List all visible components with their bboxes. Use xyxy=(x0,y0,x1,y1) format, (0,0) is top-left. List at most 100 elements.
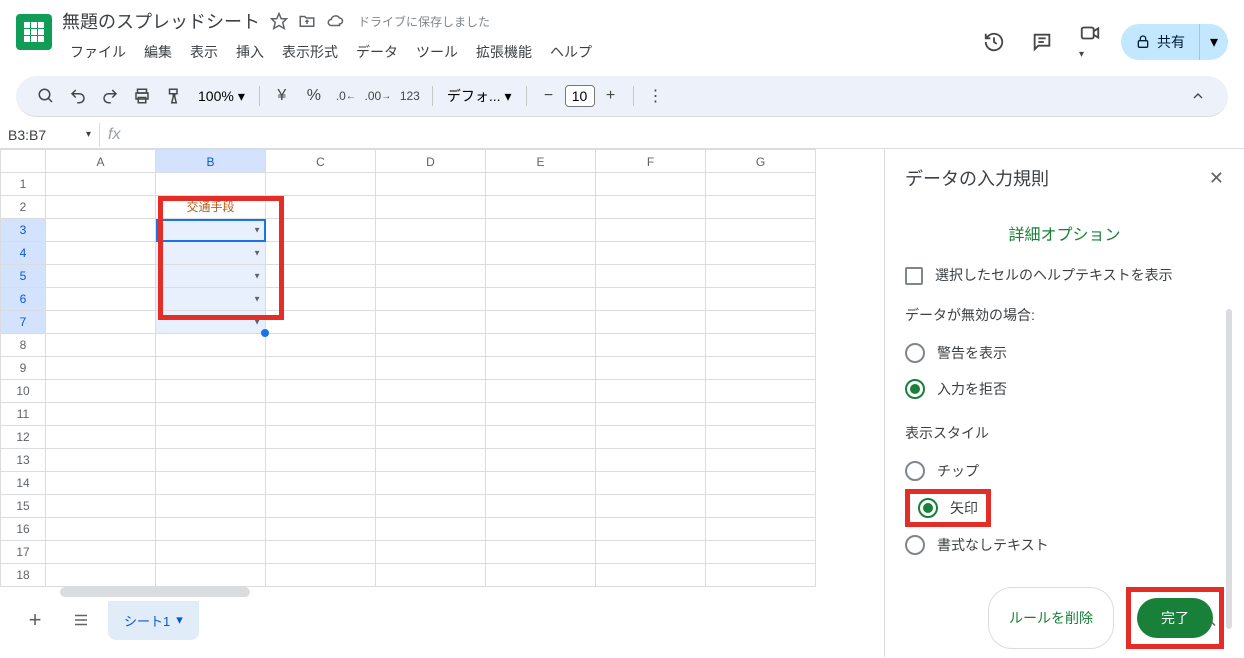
col-header-C[interactable]: C xyxy=(266,149,376,173)
cell[interactable] xyxy=(376,311,486,334)
cell[interactable] xyxy=(266,265,376,288)
cell[interactable] xyxy=(596,518,706,541)
cell[interactable] xyxy=(156,380,266,403)
dropdown-arrow-icon[interactable]: ▼ xyxy=(253,226,261,235)
menu-extensions[interactable]: 拡張機能 xyxy=(468,38,540,66)
row-header[interactable]: 16 xyxy=(0,518,46,541)
add-sheet-button[interactable]: + xyxy=(16,601,54,639)
cell[interactable] xyxy=(376,334,486,357)
col-header-B[interactable]: B xyxy=(156,149,266,173)
row-header[interactable]: 3 xyxy=(0,219,46,242)
cell[interactable] xyxy=(706,311,816,334)
cell[interactable] xyxy=(596,288,706,311)
cell[interactable] xyxy=(266,472,376,495)
cell[interactable] xyxy=(486,403,596,426)
cell[interactable] xyxy=(46,472,156,495)
cell[interactable] xyxy=(486,334,596,357)
cell[interactable] xyxy=(706,242,816,265)
cell[interactable] xyxy=(376,472,486,495)
cell[interactable] xyxy=(376,449,486,472)
cell[interactable] xyxy=(266,288,376,311)
row-header[interactable]: 17 xyxy=(0,541,46,564)
menu-view[interactable]: 表示 xyxy=(182,38,226,66)
cell[interactable] xyxy=(706,564,816,587)
cell[interactable] xyxy=(266,380,376,403)
row-header[interactable]: 6 xyxy=(0,288,46,311)
move-folder-icon[interactable] xyxy=(298,12,316,30)
radio-show-warning[interactable]: 警告を表示 xyxy=(905,335,1224,371)
cell[interactable] xyxy=(266,403,376,426)
fontsize-input[interactable] xyxy=(565,85,595,107)
cell[interactable]: ▼ xyxy=(156,288,266,311)
select-all-corner[interactable] xyxy=(0,149,46,173)
panel-scrollbar[interactable] xyxy=(1226,309,1232,629)
cell[interactable] xyxy=(156,426,266,449)
dropdown-arrow-icon[interactable]: ▼ xyxy=(253,318,261,327)
sheets-logo[interactable] xyxy=(16,14,52,50)
cell[interactable] xyxy=(46,357,156,380)
cell[interactable] xyxy=(46,288,156,311)
cell[interactable] xyxy=(706,357,816,380)
cell[interactable] xyxy=(706,380,816,403)
cell[interactable]: ▼ xyxy=(156,311,266,334)
row-header[interactable]: 18 xyxy=(0,564,46,587)
menu-file[interactable]: ファイル xyxy=(62,38,134,66)
cell[interactable] xyxy=(376,518,486,541)
history-icon[interactable] xyxy=(977,25,1011,59)
row-header[interactable]: 2 xyxy=(0,196,46,219)
cell[interactable] xyxy=(156,357,266,380)
col-header-D[interactable]: D xyxy=(376,149,486,173)
cell[interactable] xyxy=(706,219,816,242)
dropdown-arrow-icon[interactable]: ▼ xyxy=(253,295,261,304)
cell[interactable] xyxy=(596,541,706,564)
cell[interactable] xyxy=(486,357,596,380)
zoom-select[interactable]: 100% ▾ xyxy=(192,86,251,107)
cell[interactable] xyxy=(376,242,486,265)
menu-format[interactable]: 表示形式 xyxy=(274,38,346,66)
cell[interactable] xyxy=(46,334,156,357)
all-sheets-button[interactable] xyxy=(62,601,100,639)
cell[interactable] xyxy=(156,472,266,495)
cell[interactable] xyxy=(596,380,706,403)
cell[interactable] xyxy=(46,564,156,587)
cell[interactable] xyxy=(46,311,156,334)
percent-icon[interactable]: % xyxy=(300,82,328,110)
cell[interactable] xyxy=(156,334,266,357)
row-header[interactable]: 7 xyxy=(0,311,46,334)
help-text-checkbox[interactable] xyxy=(905,267,923,285)
row-header[interactable]: 10 xyxy=(0,380,46,403)
cell[interactable]: ▼ xyxy=(156,219,266,242)
cell[interactable] xyxy=(706,449,816,472)
menu-tools[interactable]: ツール xyxy=(408,38,466,66)
dropdown-arrow-icon[interactable]: ▼ xyxy=(253,272,261,281)
increase-decimal-icon[interactable]: .00→ xyxy=(364,82,392,110)
cell[interactable] xyxy=(706,518,816,541)
fontsize-decrease-button[interactable]: − xyxy=(535,82,563,110)
share-dropdown[interactable]: ▾ xyxy=(1200,24,1228,60)
cell[interactable] xyxy=(376,219,486,242)
cell[interactable] xyxy=(46,449,156,472)
cell[interactable] xyxy=(486,265,596,288)
share-button[interactable]: 共有 xyxy=(1121,24,1200,60)
row-header[interactable]: 13 xyxy=(0,449,46,472)
cell[interactable] xyxy=(486,196,596,219)
radio-reject-input[interactable]: 入力を拒否 xyxy=(905,371,1224,407)
cell[interactable] xyxy=(46,380,156,403)
cell[interactable] xyxy=(596,334,706,357)
cell[interactable] xyxy=(46,173,156,196)
spreadsheet-grid[interactable]: ABCDEFG 12交通手段3▼4▼5▼6▼7▼8910111213141516… xyxy=(0,149,884,657)
redo-icon[interactable] xyxy=(96,82,124,110)
cell[interactable] xyxy=(46,403,156,426)
cell[interactable] xyxy=(706,265,816,288)
horizontal-scrollbar[interactable] xyxy=(60,587,250,597)
star-icon[interactable] xyxy=(270,12,288,30)
menu-edit[interactable]: 編集 xyxy=(136,38,180,66)
cell[interactable] xyxy=(706,495,816,518)
doc-title[interactable]: 無題のスプレッドシート xyxy=(62,8,260,34)
cell[interactable] xyxy=(596,357,706,380)
paint-format-icon[interactable] xyxy=(160,82,188,110)
cell[interactable] xyxy=(486,219,596,242)
row-header[interactable]: 1 xyxy=(0,173,46,196)
formula-bar[interactable] xyxy=(128,121,1244,148)
cell[interactable] xyxy=(486,380,596,403)
